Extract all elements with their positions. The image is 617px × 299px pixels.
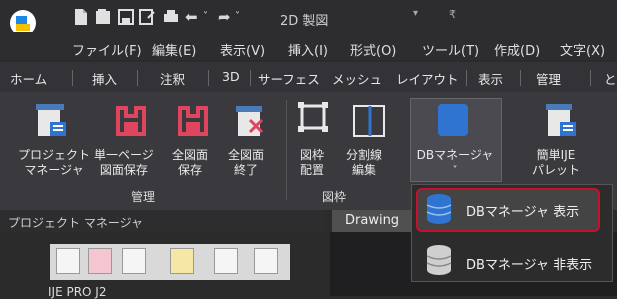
button-label-line2: 編集	[352, 163, 377, 177]
import-icon[interactable]	[254, 248, 278, 274]
document-title: 2D 製図	[280, 14, 329, 29]
tab-home[interactable]: ホーム	[10, 69, 47, 88]
button-label-line1: 全図面	[172, 148, 209, 162]
button-label-line2: マネージャ	[24, 163, 84, 177]
tab-divider	[466, 70, 467, 86]
db-manager-label: DBマネージャ ˅	[414, 148, 496, 178]
single-page-save-button[interactable]: 単一ページ 図面保存	[94, 148, 154, 178]
tab-3d[interactable]: 3D	[222, 69, 240, 84]
tab-mesh[interactable]: メッシュ	[332, 69, 382, 88]
database-gray-icon	[426, 245, 452, 275]
tab-divider	[208, 70, 209, 86]
menu-view[interactable]: 表示(V)	[220, 40, 265, 59]
divider-edit-icon[interactable]	[352, 104, 386, 138]
tree-item-project[interactable]: IJE PRO J2	[48, 285, 106, 299]
menu-insert[interactable]: 挿入(I)	[288, 40, 328, 59]
tab-divider	[590, 70, 591, 86]
tab-divider	[250, 70, 251, 86]
button-label-line1: 簡単IJE	[536, 148, 576, 162]
db-manager-hide-label: DBマネージャ 非表示	[466, 258, 593, 273]
button-label-line1: DBマネージャ	[416, 148, 494, 162]
db-manager-show-label: DBマネージャ 表示	[466, 205, 580, 220]
menu-format[interactable]: 形式(O)	[350, 40, 396, 59]
tab-divider	[72, 70, 73, 86]
tab-annotate[interactable]: 注釈	[160, 69, 185, 88]
redo-icon[interactable]: ➦	[218, 9, 231, 25]
save-all-icon[interactable]	[178, 106, 208, 136]
button-label-line1: 分割線	[346, 148, 383, 162]
redo-dropdown-icon[interactable]: ˅	[235, 9, 240, 25]
tab-manage[interactable]: 管理	[536, 69, 561, 88]
group-label-manage: 管理	[131, 190, 156, 204]
button-label-line2: 終了	[234, 163, 259, 177]
button-label-line1: 図枠	[300, 148, 325, 162]
db-manager-icon	[438, 104, 468, 136]
button-label-line2: パレット	[532, 163, 581, 177]
project-manager-button[interactable]: プロジェクト マネージャ	[18, 148, 90, 178]
save-icon[interactable]	[117, 8, 135, 26]
group-label-frame: 図枠	[322, 190, 347, 204]
panel-title: プロジェクト マネージャ	[8, 216, 143, 230]
chevron-down-icon: ˅	[452, 165, 458, 176]
easy-palette-button[interactable]: 簡単IJE パレット	[532, 148, 580, 178]
open-folder-icon[interactable]	[88, 248, 112, 274]
close-all-icon[interactable]	[236, 104, 268, 138]
menu-create[interactable]: 作成(D)	[494, 40, 540, 59]
tab-insert[interactable]: 挿入	[92, 69, 117, 88]
workspace-dropdown-icon[interactable]: ▾	[413, 8, 418, 19]
database-blue-icon	[426, 194, 452, 224]
undo-dropdown-icon[interactable]: ˅	[203, 9, 208, 25]
save-as-icon[interactable]	[138, 8, 156, 26]
single-save-icon[interactable]	[116, 106, 146, 136]
tab-layout[interactable]: レイアウト	[396, 69, 459, 88]
edit-icon[interactable]	[170, 248, 194, 274]
open-file-icon[interactable]	[94, 8, 112, 26]
menu-tools[interactable]: ツール(T)	[422, 40, 479, 59]
button-label-line1: プロジェクト	[18, 148, 91, 162]
close-all-button[interactable]: 全図面 終了	[228, 148, 264, 178]
export-icon[interactable]	[214, 248, 238, 274]
undo-icon[interactable]: ⬅	[185, 9, 198, 25]
button-label-line2: 図面保存	[99, 163, 148, 177]
project-list-icon[interactable]	[56, 248, 80, 274]
group-divider	[286, 100, 287, 200]
menu-file[interactable]: ファイル(F)	[72, 40, 142, 59]
new-page-icon[interactable]	[122, 248, 146, 274]
tab-surface[interactable]: サーフェス	[258, 69, 320, 88]
customize-quick-access-icon[interactable]: ₹	[449, 8, 456, 21]
tab-more[interactable]: と	[604, 69, 617, 88]
new-file-icon[interactable]	[73, 8, 89, 26]
divider-edit-button[interactable]: 分割線 編集	[346, 148, 382, 178]
tab-view[interactable]: 表示	[478, 69, 503, 88]
drawing-tab-label: Drawing	[345, 213, 400, 228]
button-label-line2: 配置	[300, 163, 325, 177]
button-label-line2: 保存	[178, 163, 203, 177]
menu-text[interactable]: 文字(X)	[560, 40, 605, 59]
frame-place-icon[interactable]	[298, 102, 332, 138]
menu-edit[interactable]: 編集(E)	[152, 40, 196, 59]
button-label-line1: 全図面	[228, 148, 265, 162]
frame-place-button[interactable]: 図枠 配置	[300, 148, 324, 178]
project-manager-icon[interactable]	[36, 104, 68, 138]
tab-divider	[520, 70, 521, 86]
print-icon[interactable]	[162, 8, 180, 26]
save-all-button[interactable]: 全図面 保存	[172, 148, 208, 178]
button-label-line1: 単一ページ	[94, 148, 154, 162]
easy-palette-icon[interactable]	[546, 104, 578, 138]
tab-divider	[137, 70, 138, 86]
